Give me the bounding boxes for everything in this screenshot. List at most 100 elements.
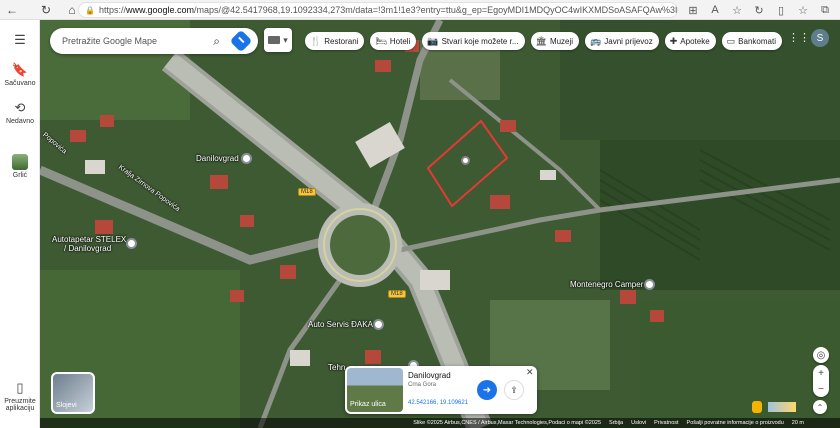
- chip-label: Stvari koje možete r...: [441, 36, 519, 46]
- chevron-up-icon: ⌃: [816, 402, 824, 412]
- camera-icon: 📷: [427, 35, 439, 46]
- share-button[interactable]: ⇪: [504, 380, 524, 400]
- favorites-icon[interactable]: ☆: [792, 4, 814, 17]
- poi-label-autoservis[interactable]: Auto Servis ĐAKA: [308, 320, 373, 329]
- search-icon[interactable]: ⌕: [213, 34, 220, 49]
- download-app-button[interactable]: ▯ Preuzmite aplikaciju: [0, 380, 40, 412]
- street-view-thumbnail[interactable]: Prikaz ulica: [347, 368, 403, 412]
- zoom-in-button[interactable]: +: [813, 365, 829, 381]
- chip-restaurants[interactable]: 🍴 Restorani: [305, 32, 365, 50]
- close-icon[interactable]: ✕: [526, 367, 534, 378]
- browser-toolbar: ← ↻ ⌂ 🔒 https://www.google.com/maps/@42.…: [0, 0, 840, 20]
- zoom-controls: + −: [813, 365, 829, 397]
- place-label: Grlić: [12, 172, 28, 179]
- poi-label-partial[interactable]: Tehn: [328, 363, 345, 372]
- footer-link-terms[interactable]: Uslovi: [631, 420, 646, 426]
- place-subtitle: Crna Gora: [408, 382, 437, 388]
- layers-button[interactable]: Slojevi: [51, 372, 95, 414]
- chip-museums[interactable]: 🏛 Muzeji: [530, 32, 580, 50]
- keyboard-icon: [268, 36, 281, 44]
- layers-label: Slojevi: [56, 402, 77, 409]
- directions-arrow-icon: ➜: [482, 384, 492, 396]
- back-icon[interactable]: ←: [2, 0, 22, 20]
- url-path: /maps/@42.5417968,19.1092334,273m/data=!…: [194, 5, 678, 15]
- chip-pharmacies[interactable]: ✚ Apoteke: [664, 32, 716, 50]
- scale-label: 20 m: [791, 420, 804, 426]
- zoom-out-button[interactable]: −: [813, 381, 829, 397]
- place-pin-icon[interactable]: [373, 319, 384, 330]
- poi-label-stelex-2[interactable]: / Danilovgrad: [64, 244, 111, 253]
- favorite-icon[interactable]: ☆: [726, 4, 748, 17]
- chip-label: Restorani: [324, 36, 359, 46]
- category-chips: 🍴 Restorani 🛏 Hoteli 📷 Stvari koje možete r…: [305, 32, 788, 50]
- selected-place-icon[interactable]: [461, 156, 470, 165]
- place-pin-icon[interactable]: [241, 153, 252, 164]
- attribution: Slike ©2025 Airbus,CNES / Airbus,Maxar T…: [413, 420, 602, 426]
- transit-icon: 🚌: [590, 35, 602, 46]
- directions-icon[interactable]: [229, 29, 253, 53]
- footer-link-feedback[interactable]: Pošalji povratne informacije o proizvodu: [687, 420, 784, 426]
- install-app-icon[interactable]: ⊞: [682, 4, 704, 17]
- search-input[interactable]: Pretražite Google Mape ⌕: [50, 28, 258, 54]
- street-view-label: Prikaz ulica: [350, 401, 386, 408]
- chip-atms[interactable]: ▭ Bankomati: [721, 32, 782, 50]
- restaurant-icon: 🍴: [310, 35, 322, 46]
- lock-icon: 🔒: [85, 5, 95, 15]
- chip-label: Muzeji: [549, 36, 574, 46]
- chip-label: Javni prijevoz: [604, 36, 653, 46]
- poi-label-stelex-1[interactable]: Autotapetar STELEX: [52, 235, 126, 244]
- hotel-icon: 🛏: [375, 35, 387, 46]
- download-label-1: Preuzmite: [4, 398, 36, 405]
- map-type-icons[interactable]: [768, 402, 796, 412]
- chip-label: Bankomati: [738, 36, 776, 46]
- place-coordinates[interactable]: 42.542166, 19.109621: [408, 400, 468, 406]
- road-shield-m18: M18: [388, 290, 406, 298]
- saved-label: Sačuvano: [4, 80, 36, 87]
- poi-label-danilovgrad[interactable]: Danilovgrad: [196, 154, 239, 163]
- place-pin-icon[interactable]: [644, 279, 655, 290]
- dropdown-icon: ▾: [283, 34, 288, 45]
- footer-link-country[interactable]: Srbija: [609, 420, 623, 426]
- address-bar[interactable]: 🔒 https://www.google.com/maps/@42.541796…: [78, 2, 678, 18]
- menu-button[interactable]: ☰: [0, 32, 40, 50]
- chip-things-to-do[interactable]: 📷 Stvari koje možete r...: [422, 32, 525, 50]
- share-icon: ⇪: [510, 384, 518, 395]
- pegman-icon[interactable]: [752, 401, 762, 413]
- browser-actions: ⊞ A ☆ ↻ ▯ ☆ ⧉: [682, 0, 836, 20]
- reload-icon[interactable]: ↻: [36, 0, 56, 20]
- read-aloud-icon[interactable]: A: [704, 4, 726, 16]
- recent-place-button[interactable]: Grlić: [0, 154, 40, 179]
- atm-icon: ▭: [726, 35, 736, 46]
- directions-button[interactable]: ➜: [477, 380, 497, 400]
- input-tools-button[interactable]: ▾: [264, 28, 292, 52]
- search-placeholder: Pretražite Google Mape: [62, 36, 158, 46]
- bookmark-icon: 🔖: [11, 62, 29, 77]
- split-screen-icon[interactable]: ▯: [770, 4, 792, 17]
- chip-hotels[interactable]: 🛏 Hoteli: [370, 32, 417, 50]
- poi-label-camper[interactable]: Montenegro Camper: [570, 280, 643, 289]
- phone-icon: ▯: [16, 380, 24, 395]
- footer-link-privacy[interactable]: Privatnost: [654, 420, 678, 426]
- download-label-2: aplikaciju: [5, 405, 35, 412]
- recent-button[interactable]: ⟲ Nedavno: [0, 100, 40, 125]
- road-shield-m18: M18: [298, 188, 316, 196]
- saved-button[interactable]: 🔖 Sačuvano: [0, 62, 40, 87]
- map-footer: Slike ©2025 Airbus,CNES / Airbus,Maxar T…: [40, 418, 840, 428]
- recent-label: Nedavno: [5, 118, 35, 125]
- crosshair-icon: ◎: [816, 349, 826, 361]
- my-location-button[interactable]: ◎: [813, 347, 829, 363]
- place-card[interactable]: Prikaz ulica Danilovgrad Crna Gora 42.54…: [345, 366, 537, 414]
- history-icon: ⟲: [14, 100, 26, 115]
- refresh-ext-icon[interactable]: ↻: [748, 4, 770, 17]
- place-thumbnail-icon: [12, 154, 28, 170]
- pharmacy-icon: ✚: [669, 35, 678, 46]
- maps-sidebar: ☰ 🔖 Sačuvano ⟲ Nedavno Grlić ▯ Preuzmite apl…: [0, 20, 40, 428]
- collections-icon[interactable]: ⧉: [814, 4, 836, 17]
- avatar[interactable]: S: [811, 29, 829, 47]
- expand-imagery-button[interactable]: ⌃: [813, 400, 827, 414]
- url-prefix: https://: [98, 5, 126, 15]
- chip-label: Apoteke: [680, 36, 710, 46]
- museum-icon: 🏛: [535, 35, 547, 46]
- place-pin-icon[interactable]: [126, 238, 137, 249]
- chip-transit[interactable]: 🚌 Javni prijevoz: [585, 32, 659, 50]
